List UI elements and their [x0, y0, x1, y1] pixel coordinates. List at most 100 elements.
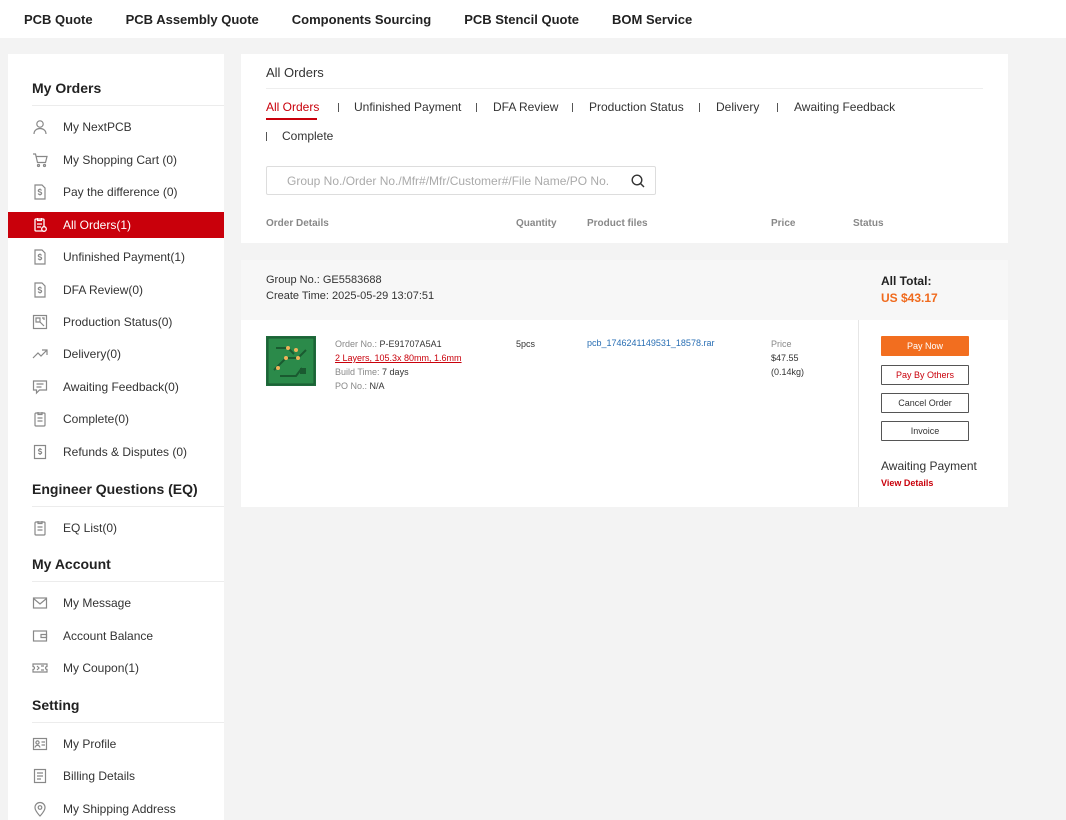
- sidebar-item-label: My NextPCB: [63, 120, 132, 134]
- sidebar-item-shipping-address[interactable]: My Shipping Address: [8, 796, 224, 820]
- sidebar-item-my-nextpcb[interactable]: My NextPCB: [8, 114, 224, 140]
- divider: [32, 105, 224, 106]
- sidebar-item-refunds-disputes[interactable]: Refunds & Disputes (0): [8, 439, 224, 465]
- product-file-link[interactable]: pcb_1746241149531_18578.rar: [587, 338, 714, 348]
- coupon-icon: [32, 660, 48, 676]
- cancel-order-button[interactable]: Cancel Order: [881, 393, 969, 413]
- production-icon: [32, 314, 48, 330]
- sidebar-item-label: All Orders(1): [63, 218, 132, 232]
- sidebar-item-eq-list[interactable]: EQ List(0): [8, 515, 224, 541]
- group-number: Group No.: GE5583688: [266, 274, 382, 286]
- build-time-label: Build Time:: [335, 367, 380, 377]
- sidebar-item-label: My Coupon(1): [63, 661, 140, 675]
- clipboard-icon: [32, 520, 48, 536]
- nav-components-sourcing[interactable]: Components Sourcing: [292, 12, 431, 27]
- profile-icon: [32, 736, 48, 752]
- view-details-link[interactable]: View Details: [881, 478, 933, 488]
- pay-by-others-button[interactable]: Pay By Others: [881, 365, 969, 385]
- sidebar-item-label: Delivery(0): [63, 347, 122, 361]
- sidebar-item-production-status[interactable]: Production Status(0): [8, 309, 224, 335]
- sidebar-item-my-profile[interactable]: My Profile: [8, 731, 224, 757]
- feedback-icon: [32, 379, 48, 395]
- tab-separator: [777, 103, 778, 112]
- divider: [266, 88, 983, 89]
- search-input[interactable]: [287, 173, 627, 188]
- tab-production-status[interactable]: Production Status: [589, 100, 684, 114]
- section-title-my-account: My Account: [32, 556, 111, 572]
- divider: [32, 722, 224, 723]
- column-header-quantity: Quantity: [516, 218, 557, 229]
- dollar-doc-icon: [32, 249, 48, 265]
- sidebar-item-awaiting-feedback[interactable]: Awaiting Feedback(0): [8, 374, 224, 400]
- tab-separator: [699, 103, 700, 112]
- sidebar-item-unfinished-payment[interactable]: Unfinished Payment(1): [8, 244, 224, 270]
- sidebar-item-dfa-review[interactable]: DFA Review(0): [8, 277, 224, 303]
- tab-separator: [572, 103, 573, 112]
- sidebar-item-all-orders[interactable]: All Orders(1): [8, 212, 224, 238]
- tab-dfa-review[interactable]: DFA Review: [493, 100, 558, 114]
- sidebar-item-my-message[interactable]: My Message: [8, 590, 224, 616]
- wallet-icon: [32, 628, 48, 644]
- section-title-my-orders: My Orders: [32, 80, 102, 96]
- pcb-thumbnail[interactable]: [266, 336, 316, 386]
- column-header-product-files: Product files: [587, 218, 648, 229]
- clipboard-icon: [32, 411, 48, 427]
- sidebar-item-label: EQ List(0): [63, 521, 118, 535]
- sidebar-item-pay-difference[interactable]: Pay the difference (0): [8, 179, 224, 205]
- order-quantity: 5pcs: [516, 339, 536, 349]
- column-header-order-details: Order Details: [266, 218, 329, 229]
- cart-icon: [32, 152, 48, 168]
- divider: [32, 506, 224, 507]
- sidebar-item-label: My Shopping Cart (0): [63, 153, 178, 167]
- tab-unfinished-payment[interactable]: Unfinished Payment: [354, 100, 461, 114]
- nav-bom-service[interactable]: BOM Service: [612, 12, 692, 27]
- pay-now-button[interactable]: Pay Now: [881, 336, 969, 356]
- tab-separator: [338, 103, 339, 112]
- divider: [32, 581, 224, 582]
- top-navigation: PCB Quote PCB Assembly Quote Components …: [0, 0, 1066, 38]
- sidebar-item-label: Unfinished Payment(1): [63, 250, 186, 264]
- tab-all-orders[interactable]: All Orders: [266, 100, 319, 114]
- sidebar-item-label: Refunds & Disputes (0): [63, 445, 188, 459]
- tab-delivery[interactable]: Delivery: [716, 100, 759, 114]
- refund-icon: [32, 444, 48, 460]
- total-label: All Total:: [881, 274, 932, 288]
- sidebar-item-label: Production Status(0): [63, 315, 173, 329]
- total-value: US $43.17: [881, 291, 938, 305]
- section-title-eq: Engineer Questions (EQ): [32, 481, 198, 497]
- order-number-value: P-E91707A5A1: [379, 339, 442, 349]
- weight-value: (0.14kg): [771, 367, 805, 377]
- price-value: $47.55: [771, 353, 799, 363]
- order-spec-link[interactable]: 2 Layers, 105.3x 80mm, 1.6mm: [335, 353, 462, 363]
- nav-pcb-assembly-quote[interactable]: PCB Assembly Quote: [126, 12, 259, 27]
- nav-pcb-stencil-quote[interactable]: PCB Stencil Quote: [464, 12, 579, 27]
- invoice-button[interactable]: Invoice: [881, 421, 969, 441]
- nav-pcb-quote[interactable]: PCB Quote: [24, 12, 93, 27]
- sidebar-item-complete[interactable]: Complete(0): [8, 406, 224, 432]
- divider: [858, 320, 859, 507]
- sidebar-item-account-balance[interactable]: Account Balance: [8, 623, 224, 649]
- tab-complete[interactable]: Complete: [282, 129, 333, 143]
- section-title-setting: Setting: [32, 697, 80, 713]
- tab-separator: [476, 103, 477, 112]
- sidebar-item-delivery[interactable]: Delivery(0): [8, 341, 224, 367]
- sidebar-item-billing-details[interactable]: Billing Details: [8, 763, 224, 789]
- order-group-header: Group No.: GE5583688 Create Time: 2025-0…: [241, 260, 1008, 320]
- sidebar-item-my-coupon[interactable]: My Coupon(1): [8, 655, 224, 681]
- sidebar-item-label: Complete(0): [63, 412, 130, 426]
- sidebar-item-label: My Message: [63, 596, 132, 610]
- sidebar-item-label: Account Balance: [63, 629, 154, 643]
- mail-icon: [32, 595, 48, 611]
- column-header-price: Price: [771, 218, 796, 229]
- price-label: Price: [771, 339, 792, 349]
- sidebar-item-label: My Shipping Address: [63, 802, 176, 816]
- order-card: Group No.: GE5583688 Create Time: 2025-0…: [241, 260, 1008, 507]
- user-icon: [32, 119, 48, 135]
- dollar-doc-icon: [32, 282, 48, 298]
- tab-separator: [266, 132, 267, 141]
- sidebar-item-shopping-cart[interactable]: My Shopping Cart (0): [8, 147, 224, 173]
- sidebar-item-label: Pay the difference (0): [63, 185, 178, 199]
- search-icon[interactable]: [630, 173, 646, 189]
- tab-awaiting-feedback[interactable]: Awaiting Feedback: [794, 100, 895, 114]
- page-title: All Orders: [266, 65, 324, 80]
